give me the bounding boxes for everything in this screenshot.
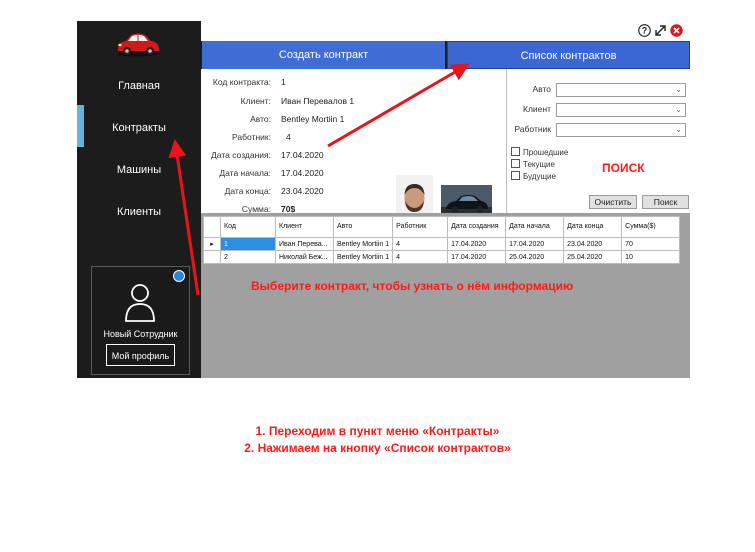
- red-car-icon[interactable]: [114, 30, 162, 58]
- table-cell[interactable]: 17.04.2020: [505, 237, 565, 251]
- tab-create-contract[interactable]: Создать контракт: [202, 41, 445, 69]
- sidebar: Главная Контракты Машины Клиенты Новый С…: [77, 21, 201, 378]
- chevron-down-icon: ⌄: [675, 125, 682, 134]
- filter-future-checkbox[interactable]: Будущие: [511, 171, 556, 181]
- table-cell[interactable]: Николай Беж...: [275, 250, 334, 264]
- grid-annotation-message: Выберите контракт, чтобы узнать о нём ин…: [251, 279, 574, 293]
- instruction-step-2: 2. Нажимаем на кнопку «Список контрактов…: [244, 441, 511, 455]
- filter-worker-label: Работник: [514, 124, 551, 134]
- filter-future-label: Будущие: [523, 172, 556, 181]
- sidebar-item-cars[interactable]: Машины: [77, 164, 201, 176]
- client-value: Иван Перевалов 1: [281, 96, 355, 106]
- my-profile-button[interactable]: Мой профиль: [106, 344, 175, 366]
- table-cell[interactable]: Иван Перева...: [275, 237, 334, 251]
- end-date-value: 23.04.2020: [281, 186, 324, 196]
- table-cell[interactable]: 70: [621, 237, 681, 251]
- filter-client-select[interactable]: ⌄: [556, 103, 686, 117]
- checkbox-icon[interactable]: [511, 171, 520, 180]
- column-header[interactable]: Дата конца: [563, 216, 623, 238]
- table-cell[interactable]: Bentley Mortiin 1: [332, 237, 394, 251]
- app-window: Главная Контракты Машины Клиенты Новый С…: [77, 21, 691, 378]
- resize-icon[interactable]: [654, 24, 667, 37]
- search-annotation: ПОИСК: [602, 161, 645, 175]
- start-date-value: 17.04.2020: [281, 168, 324, 178]
- table-cell[interactable]: 10: [621, 250, 681, 264]
- worker-label: Работник:: [232, 132, 271, 142]
- sidebar-item-home[interactable]: Главная: [77, 80, 201, 92]
- filter-current-label: Текущие: [523, 160, 555, 169]
- table-cell[interactable]: Bentley Mortiin 1: [332, 250, 394, 264]
- profile-name: Новый Сотрудник: [103, 329, 178, 339]
- table-cell[interactable]: 1: [220, 237, 276, 251]
- contract-code-value: 1: [281, 77, 286, 87]
- table-cell[interactable]: 23.04.2020: [563, 237, 623, 251]
- contracts-grid-area: Код Клиент Авто Работник Дата создания Д…: [201, 213, 690, 378]
- column-header[interactable]: Код: [220, 216, 276, 238]
- client-label: Клиент:: [240, 96, 271, 106]
- table-cell[interactable]: 17.04.2020: [447, 250, 507, 264]
- start-date-label: Дата начала:: [219, 168, 271, 178]
- svg-text:?: ?: [642, 26, 648, 36]
- table-cell[interactable]: 4: [392, 250, 449, 264]
- filter-worker-select[interactable]: ⌄: [556, 123, 686, 137]
- chevron-down-icon: ⌄: [675, 105, 682, 114]
- column-header[interactable]: Клиент: [275, 216, 334, 238]
- column-header[interactable]: Авто: [332, 216, 394, 238]
- created-date-label: Дата создания:: [211, 150, 271, 160]
- contract-code-label: Код контракта:: [212, 77, 271, 87]
- filter-client-label: Клиент: [523, 104, 551, 114]
- help-icon[interactable]: ?: [638, 24, 651, 37]
- table-cell[interactable]: 25.04.2020: [505, 250, 565, 264]
- table-cell[interactable]: 25.04.2020: [563, 250, 623, 264]
- table-cell[interactable]: 2: [220, 250, 276, 264]
- filter-panel: Авто ⌄ Клиент ⌄ Работник ⌄ Прошедшие Тек…: [506, 69, 691, 213]
- car-label: Авто:: [250, 114, 271, 124]
- table-row[interactable]: 2 Николай Беж... Bentley Mortiin 1 4 17.…: [203, 250, 681, 264]
- instruction-step-1: 1. Переходим в пункт меню «Контракты»: [255, 424, 500, 438]
- filter-past-checkbox[interactable]: Прошедшие: [511, 147, 568, 157]
- filter-past-label: Прошедшие: [523, 148, 569, 157]
- title-bar: ?: [201, 21, 690, 41]
- table-cell[interactable]: 17.04.2020: [447, 237, 507, 251]
- car-value: Bentley Mortiin 1: [281, 114, 345, 124]
- search-button[interactable]: Поиск: [642, 195, 689, 209]
- contracts-table: Код Клиент Авто Работник Дата создания Д…: [203, 216, 681, 264]
- main-panel: ? Создать контракт Список контрактов Код…: [201, 21, 691, 378]
- sidebar-item-clients[interactable]: Клиенты: [77, 206, 201, 218]
- table-header-row: Код Клиент Авто Работник Дата создания Д…: [203, 216, 681, 238]
- column-header[interactable]: Работник: [392, 216, 449, 238]
- checkbox-icon[interactable]: [511, 159, 520, 168]
- tab-contract-list[interactable]: Список контрактов: [447, 41, 690, 69]
- profile-panel: Новый Сотрудник Мой профиль: [91, 266, 190, 375]
- table-row[interactable]: ▸ 1 Иван Перева... Bentley Mortiin 1 4 1…: [203, 237, 681, 251]
- column-header[interactable]: Дата начала: [505, 216, 565, 238]
- end-date-label: Дата конца:: [224, 186, 271, 196]
- table-cell[interactable]: 4: [392, 237, 449, 251]
- filter-current-checkbox[interactable]: Текущие: [511, 159, 555, 169]
- user-avatar-icon: [125, 284, 155, 322]
- worker-value: 4: [286, 132, 291, 142]
- column-header[interactable]: Сумма($): [621, 216, 681, 238]
- row-header-corner: [203, 216, 221, 238]
- column-header[interactable]: Дата создания: [447, 216, 507, 238]
- sidebar-item-contracts[interactable]: Контракты: [77, 122, 201, 134]
- close-icon[interactable]: [670, 24, 683, 37]
- checkbox-icon[interactable]: [511, 147, 520, 156]
- filter-car-label: Авто: [532, 84, 551, 94]
- clear-button[interactable]: Очистить: [589, 195, 637, 209]
- contract-details: Код контракта: 1 Клиент: Иван Перевалов …: [201, 69, 506, 235]
- profile-badge-icon[interactable]: [173, 270, 185, 282]
- row-selector[interactable]: [203, 250, 221, 264]
- filter-car-select[interactable]: ⌄: [556, 83, 686, 97]
- row-selector-icon[interactable]: ▸: [203, 237, 221, 251]
- chevron-down-icon: ⌄: [675, 85, 682, 94]
- created-date-value: 17.04.2020: [281, 150, 324, 160]
